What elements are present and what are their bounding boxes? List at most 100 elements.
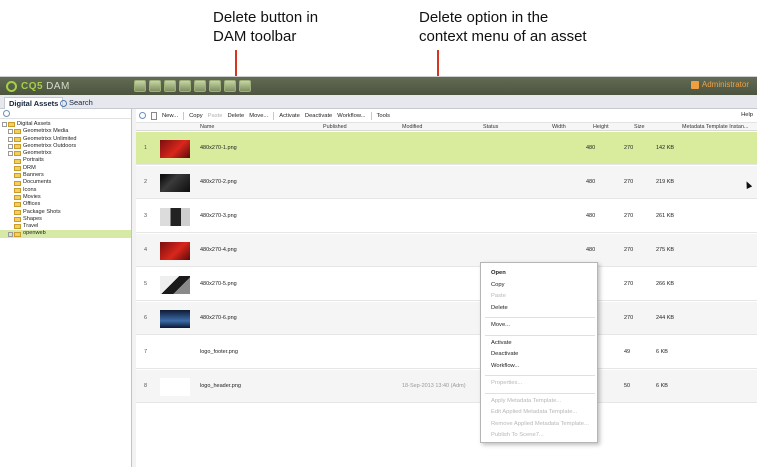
new-button[interactable]: New... xyxy=(162,113,178,119)
context-menu-item-paste[interactable]: Paste xyxy=(491,293,506,299)
workflow-button[interactable]: Workflow... xyxy=(337,113,365,119)
row-number: 1 xyxy=(144,145,148,151)
copy-button[interactable]: Copy xyxy=(189,113,203,119)
table-row[interactable]: 2 480x270-2.png 480 270 219 KB xyxy=(136,166,757,199)
row-number: 8 xyxy=(144,383,148,389)
column-header-width[interactable]: Width xyxy=(552,123,566,131)
expand-icon[interactable] xyxy=(8,231,13,237)
help-button[interactable]: Help xyxy=(741,112,753,118)
asset-thumbnail xyxy=(160,310,190,328)
expand-icon[interactable] xyxy=(8,136,13,142)
table-row[interactable]: 6480x270-6.png480270244 KB xyxy=(136,302,757,335)
table-row[interactable]: 7logo_footer.png220496 KB xyxy=(136,336,757,369)
asset-name: logo_footer.png xyxy=(200,349,238,355)
users-icon[interactable] xyxy=(209,80,221,92)
context-menu-item-properties[interactable]: Properties... xyxy=(491,380,522,386)
move-button[interactable]: Move... xyxy=(249,113,268,119)
column-header-status[interactable]: Status xyxy=(483,123,498,131)
tab-digital-assets[interactable]: Digital Assets xyxy=(4,97,64,109)
activate-button[interactable]: Activate xyxy=(279,113,300,119)
tools-icon[interactable] xyxy=(224,80,236,92)
column-header-modified[interactable]: Modified xyxy=(402,123,422,131)
tree-item[interactable]: Movies xyxy=(0,194,131,201)
tree-item[interactable]: Icons xyxy=(0,187,131,194)
delete-button[interactable]: Delete xyxy=(227,113,244,119)
asset-height: 270 xyxy=(624,145,634,151)
tree-item[interactable]: openweb xyxy=(0,230,131,238)
expand-icon[interactable] xyxy=(8,129,13,135)
tree-item[interactable]: Geometrixx Outdoors xyxy=(0,143,131,150)
context-menu-item-move[interactable]: Move... xyxy=(491,322,510,328)
context-menu-item-remove-applied-metadata-template[interactable]: Remove Applied Metadata Template... xyxy=(491,421,589,427)
table-row[interactable]: 8logo_header.png18-Sep-2013 13:40 (Adm)2… xyxy=(136,370,757,403)
tree-item[interactable]: Portraits xyxy=(0,157,131,164)
asset-size: 275 KB xyxy=(656,247,675,253)
tree-item[interactable]: Documents xyxy=(0,179,131,186)
context-menu-item-delete[interactable]: Delete xyxy=(491,305,508,311)
refresh-icon[interactable] xyxy=(139,112,146,119)
context-menu-item-apply-metadata-template[interactable]: Apply Metadata Template... xyxy=(491,398,561,404)
user-icon xyxy=(690,80,699,89)
asset-name: logo_header.png xyxy=(200,383,241,389)
context-menu-item-open[interactable]: Open xyxy=(491,270,506,276)
column-header-height[interactable]: Height xyxy=(593,123,609,131)
tree-item[interactable]: Banners xyxy=(0,172,131,179)
tree-item[interactable]: Travel xyxy=(0,223,131,230)
websites-icon[interactable] xyxy=(134,80,146,92)
column-header-metadata-template[interactable]: Metadata Template Instan... xyxy=(682,123,748,131)
cq5-logo-icon xyxy=(6,80,17,92)
context-menu-item-copy[interactable]: Copy xyxy=(491,282,505,288)
toolbar-separator xyxy=(370,111,372,120)
context-menu-item-edit-applied-metadata-template[interactable]: Edit Applied Metadata Template... xyxy=(491,409,577,415)
row-number: 2 xyxy=(144,179,148,185)
tools-button[interactable]: Tools xyxy=(377,113,391,119)
column-header-size[interactable]: Size xyxy=(634,123,645,131)
context-menu-item-workflow[interactable]: Workflow... xyxy=(491,363,519,369)
tree-item[interactable]: Shapes xyxy=(0,216,131,223)
deactivate-button[interactable]: Deactivate xyxy=(305,113,332,119)
expand-icon[interactable] xyxy=(8,151,13,157)
context-menu-item-deactivate[interactable]: Deactivate xyxy=(491,351,518,357)
table-row[interactable]: 5480x270-5.png480270266 KB xyxy=(136,268,757,301)
tree-item[interactable]: Geometrixx xyxy=(0,150,131,157)
tagging-icon[interactable] xyxy=(239,80,251,92)
annotation-delete-option-line2: context menu of an asset xyxy=(419,28,587,45)
tree-item[interactable]: Digital Assets xyxy=(0,121,131,128)
tree-item[interactable]: Offices xyxy=(0,201,131,208)
table-row[interactable]: 1 480x270-1.png 480 270 142 KB xyxy=(136,132,757,165)
paste-button[interactable]: Paste xyxy=(208,113,223,119)
table-row[interactable]: 3 480x270-3.png 480 270 261 KB xyxy=(136,200,757,233)
table-row[interactable]: 4 480x270-4.png 480 270 275 KB xyxy=(136,234,757,267)
tree-item[interactable]: Package Shots xyxy=(0,209,131,216)
context-menu-item-publish-to-scene7[interactable]: Publish To Scene7... xyxy=(491,432,544,438)
cq5-logo[interactable]: CQ5 DAM xyxy=(6,79,70,93)
asset-width: 480 xyxy=(586,213,596,219)
tree-item-label: Package Shots xyxy=(23,208,61,215)
asset-thumbnail xyxy=(160,140,190,158)
tab-bar: Digital Assets Search xyxy=(0,95,757,109)
menu-separator xyxy=(485,334,595,336)
refresh-icon[interactable] xyxy=(3,110,10,117)
context-menu-item-activate[interactable]: Activate xyxy=(491,340,512,346)
digital-assets-icon[interactable] xyxy=(149,80,161,92)
expand-icon[interactable] xyxy=(2,122,7,128)
campaigns-icon[interactable] xyxy=(164,80,176,92)
column-header-name[interactable]: Name xyxy=(200,123,214,131)
tree-item[interactable]: Geometrixx Media xyxy=(0,128,131,135)
annotation-delete-button: Delete button in DAM toolbar xyxy=(213,8,318,46)
tree-toolbar xyxy=(0,109,131,119)
tree-item-label: DRM xyxy=(23,164,36,171)
asset-size: 6 KB xyxy=(656,383,668,389)
tab-search[interactable]: Search xyxy=(56,97,97,109)
asset-name: 480x270-1.png xyxy=(200,145,237,151)
user-menu[interactable]: Administrator xyxy=(690,80,749,89)
asset-height: 270 xyxy=(624,281,634,287)
inbox-icon[interactable] xyxy=(194,80,206,92)
asset-thumbnail xyxy=(160,378,190,396)
tree-item[interactable]: Geometrixx Unlimited xyxy=(0,136,131,143)
expand-icon[interactable] xyxy=(8,144,13,150)
community-icon[interactable] xyxy=(179,80,191,92)
column-header-published[interactable]: Published xyxy=(323,123,347,131)
folder-icon xyxy=(14,224,21,230)
tree-item[interactable]: DRM xyxy=(0,165,131,172)
